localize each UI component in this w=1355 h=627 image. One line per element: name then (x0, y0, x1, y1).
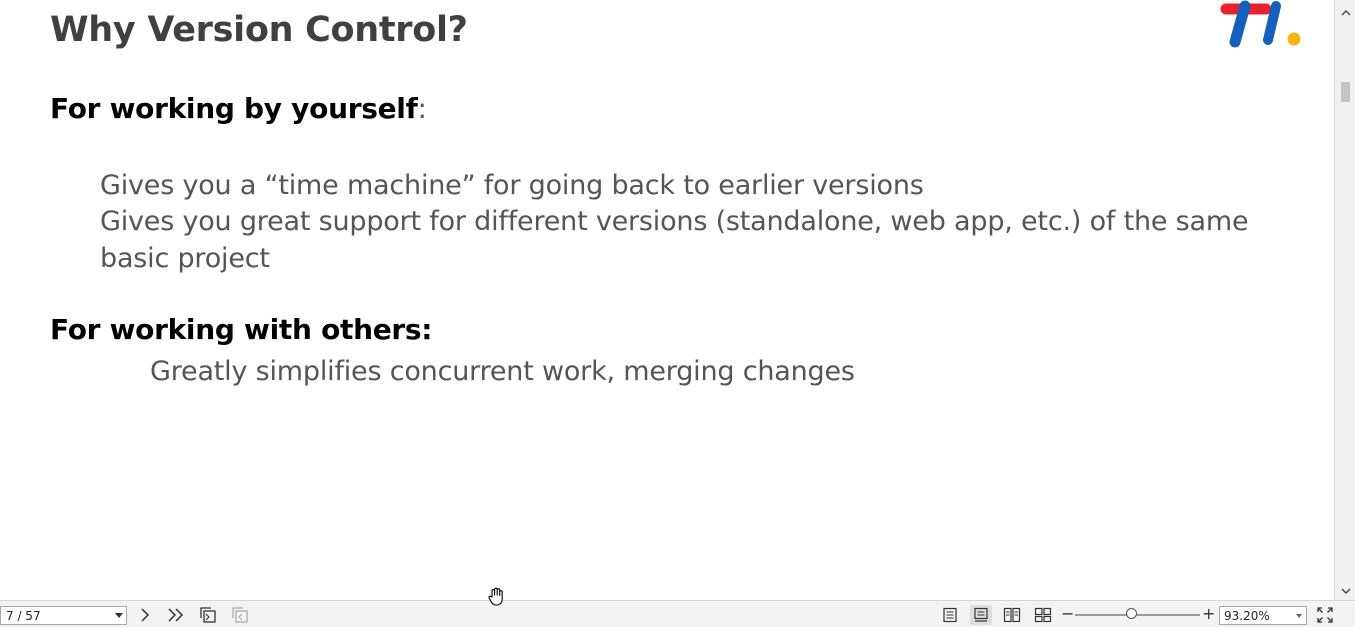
book-view-icon[interactable] (1032, 605, 1054, 625)
zoom-value: 93.20% (1224, 609, 1270, 623)
slide-canvas: Why Version Control? For working by your… (0, 0, 1333, 600)
chevron-down-icon (1296, 614, 1302, 618)
chevron-down-icon[interactable] (1335, 582, 1355, 600)
section-heading-text: For working by yourself (50, 92, 418, 125)
section-heading-yourself: For working by yourself: (50, 92, 427, 125)
single-page-view-icon[interactable] (939, 605, 961, 625)
vertical-scrollbar[interactable] (1334, 0, 1355, 600)
zoom-out-button[interactable]: − (1061, 604, 1074, 623)
two-page-view-icon[interactable] (1001, 605, 1023, 625)
zoom-in-button[interactable]: + (1202, 604, 1215, 623)
body-line: Gives you a “time machine” for going bac… (100, 170, 924, 201)
last-page-icon[interactable] (165, 605, 187, 625)
page-selector[interactable]: 7 / 57 (0, 606, 127, 625)
section-heading-others: For working with others: (50, 313, 433, 346)
fullscreen-icon[interactable] (1314, 605, 1336, 625)
hand-cursor-icon (486, 586, 508, 608)
bottom-toolbar: 7 / 57 − + 93.20% (0, 600, 1355, 627)
zoom-selector[interactable]: 93.20% (1219, 606, 1307, 625)
chevron-up-icon[interactable] (1335, 4, 1355, 22)
body-line: Gives you great support for different ve… (100, 206, 1249, 237)
zoom-slider-thumb[interactable] (1126, 608, 1137, 619)
body-line: Greatly simplifies concurrent work, merg… (150, 356, 855, 387)
slide-title: Why Version Control? (50, 10, 468, 50)
body-line: basic project (100, 243, 270, 274)
copy-icon[interactable] (197, 605, 219, 625)
heading-colon: : (417, 92, 427, 125)
page-indicator: 7 / 57 (6, 609, 41, 623)
paste-icon[interactable] (229, 605, 251, 625)
chevron-down-icon (115, 613, 123, 618)
continuous-view-icon[interactable] (970, 605, 992, 625)
zoom-slider-track[interactable] (1075, 614, 1200, 616)
scrollbar-thumb[interactable] (1341, 82, 1350, 102)
ti-logo-icon (1218, 0, 1308, 50)
next-page-icon[interactable] (134, 605, 156, 625)
